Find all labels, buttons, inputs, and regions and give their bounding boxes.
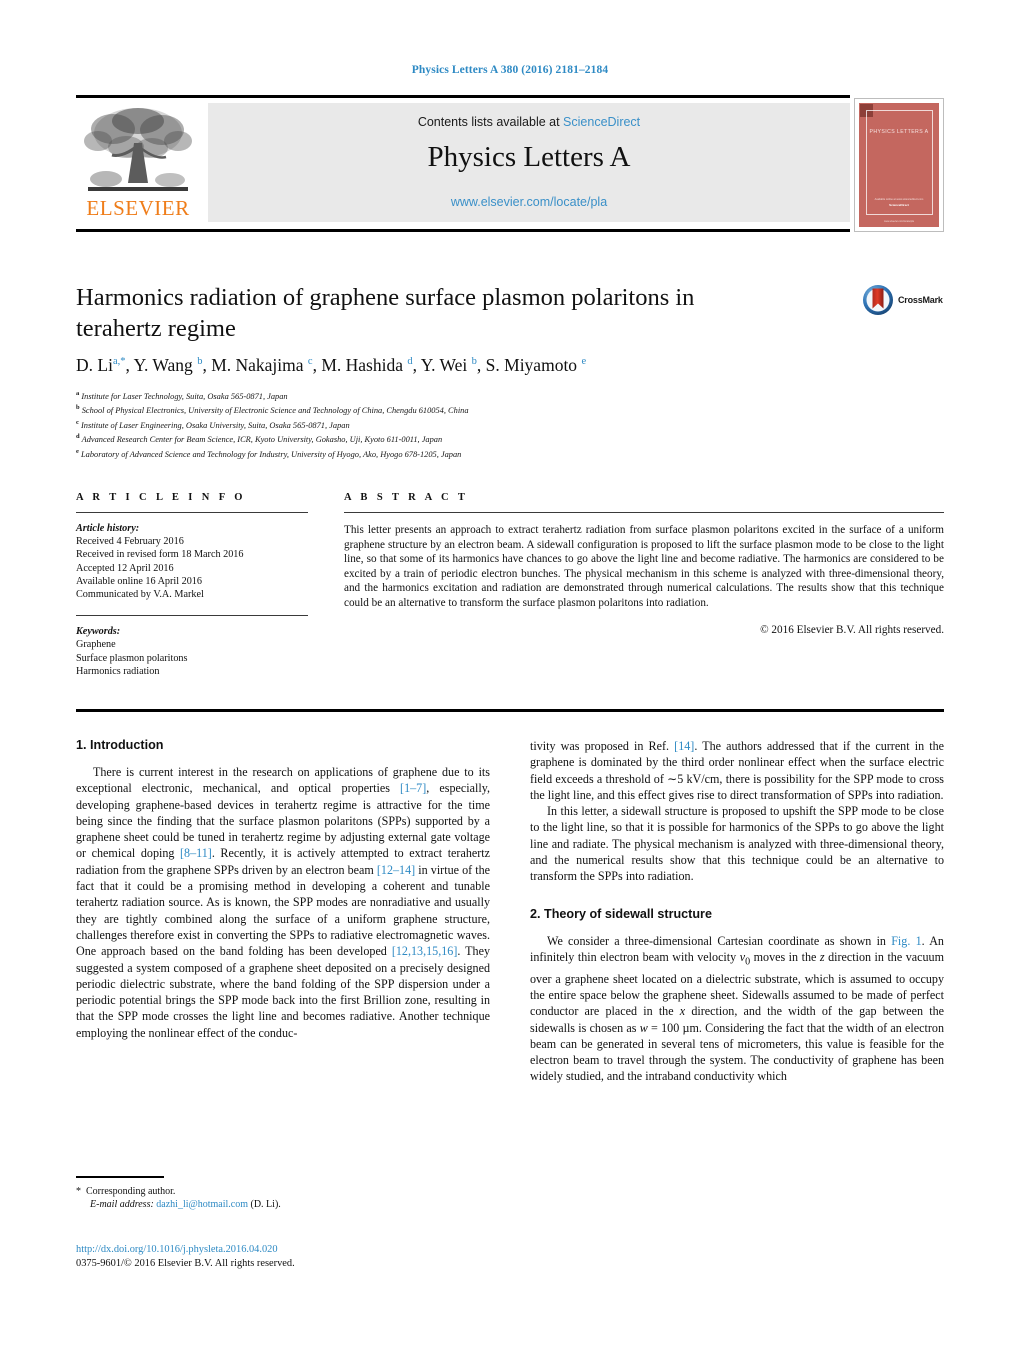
abstract-column: A B S T R A C T This letter presents an … xyxy=(344,492,944,636)
elsevier-wordmark: ELSEVIER xyxy=(86,196,190,220)
author-list: D. Lia,*, Y. Wang b, M. Nakajima c, M. H… xyxy=(76,355,587,375)
email-line: E-mail address: dazhi_li@hotmail.com (D.… xyxy=(76,1198,490,1211)
keyword-item: Harmonics radiation xyxy=(76,665,160,677)
keyword-item: Graphene xyxy=(76,639,116,651)
article-info-rule xyxy=(76,512,308,513)
contents-available-line: Contents lists available at ScienceDirec… xyxy=(208,115,850,129)
footnote-rule xyxy=(76,1176,164,1178)
article-info-column: A R T I C L E I N F O Article history: R… xyxy=(76,492,308,678)
doi-link[interactable]: http://dx.doi.org/10.1016/j.physleta.201… xyxy=(76,1244,278,1255)
cover-journal-name: PHYSICS LETTERS A xyxy=(869,129,929,135)
cover-footer-line-3: www.elsevier.com/locate/pla xyxy=(884,220,914,223)
paper-page: Physics Letters A 380 (2016) 2181–2184 E… xyxy=(0,0,1020,1351)
affiliation-marker: a xyxy=(76,390,80,397)
body-column-left: 1. Introduction There is current interes… xyxy=(76,738,490,1041)
article-info-heading: A R T I C L E I N F O xyxy=(76,492,246,503)
page-title: Harmonics radiation of graphene surface … xyxy=(76,284,695,342)
corresponding-text: Corresponding author. xyxy=(86,1185,176,1197)
affiliation-text: Advanced Research Center for Beam Scienc… xyxy=(81,434,443,444)
abstract-heading: A B S T R A C T xyxy=(344,492,469,503)
running-head: Physics Letters A 380 (2016) 2181–2184 xyxy=(411,64,609,76)
journal-url-link[interactable]: www.elsevier.com/locate/pla xyxy=(208,195,850,209)
affiliation-marker: d xyxy=(76,433,80,441)
affiliation-item: b School of Physical Electronics, Univer… xyxy=(76,402,876,416)
journal-cover-thumbnail: PHYSICS LETTERS A Available online at ww… xyxy=(854,98,944,232)
affiliation-text: Institute of Laser Engineering, Osaka Un… xyxy=(80,420,350,430)
email-label: E-mail address: xyxy=(90,1199,154,1210)
abstract-rule xyxy=(344,512,944,513)
intro-paragraph: There is current interest in the researc… xyxy=(76,765,491,1040)
contents-prefix: Contents lists available at xyxy=(417,115,564,129)
cover-footer-line-2: ScienceDirect xyxy=(889,203,909,207)
history-item: Available online 16 April 2016 xyxy=(76,575,202,587)
cover-artwork: PHYSICS LETTERS A Available online at ww… xyxy=(859,103,939,227)
affiliation-list: a Institute for Laser Technology, Suita,… xyxy=(76,388,876,460)
affiliation-marker: e xyxy=(76,447,79,455)
journal-masthead: ELSEVIER Contents lists available at Sci… xyxy=(76,95,944,232)
article-history-label: Article history: xyxy=(76,523,140,534)
affiliation-marker: c xyxy=(76,418,79,426)
history-item: Received 4 February 2016 xyxy=(76,536,184,548)
affiliation-text: Laboratory of Advanced Science and Techn… xyxy=(80,449,462,459)
crossmark-label: CrossMark xyxy=(898,295,943,305)
body-column-right: tivity was proposed in Ref. [14]. The au… xyxy=(530,738,944,1085)
crossmark-icon xyxy=(863,285,893,315)
cover-footer-line-1: Available online at www.sciencedirect.co… xyxy=(874,198,924,201)
affiliation-marker: b xyxy=(76,404,80,412)
masthead-top-rule xyxy=(76,95,850,98)
affiliation-text: Institute for Laser Technology, Suita, O… xyxy=(81,391,288,401)
keywords-block: Keywords: Graphene Surface plasmon polar… xyxy=(76,625,308,678)
right-paragraph-letter: In this letter, a sidewall structure is … xyxy=(530,804,944,884)
affiliation-item: e Laboratory of Advanced Science and Tec… xyxy=(76,446,876,460)
affiliation-item: c Institute of Laser Engineering, Osaka … xyxy=(76,417,876,431)
keywords-label: Keywords: xyxy=(76,626,121,638)
history-item: Received in revised form 18 March 2016 xyxy=(76,549,244,561)
sciencedirect-link[interactable]: ScienceDirect xyxy=(563,115,640,129)
keywords-rule xyxy=(76,615,308,617)
elsevier-tree-icon xyxy=(84,108,192,191)
journal-title: Physics Letters A xyxy=(427,141,631,173)
right-paragraph-continuation: tivity was proposed in Ref. [14]. The au… xyxy=(530,739,945,802)
doi-block: http://dx.doi.org/10.1016/j.physleta.201… xyxy=(76,1243,506,1271)
elsevier-logo: ELSEVIER xyxy=(78,103,198,223)
affiliation-item: d Advanced Research Center for Beam Scie… xyxy=(76,431,876,445)
email-link[interactable]: dazhi_li@hotmail.com xyxy=(156,1199,248,1210)
affiliation-item: a Institute for Laser Technology, Suita,… xyxy=(76,388,876,402)
section-heading-theory: 2. Theory of sidewall structure xyxy=(530,906,712,921)
footnote-block: * Corresponding author. E-mail address: … xyxy=(76,1176,490,1211)
history-item: Communicated by V.A. Markel xyxy=(76,589,204,601)
crossmark-badge[interactable]: CrossMark xyxy=(862,284,958,318)
abstract-copyright: © 2016 Elsevier B.V. All rights reserved… xyxy=(760,623,944,636)
theory-paragraph: We consider a three-dimensional Cartesia… xyxy=(530,933,944,1084)
abstract-text: This letter presents an approach to extr… xyxy=(344,524,944,609)
masthead-grey-panel: Contents lists available at ScienceDirec… xyxy=(208,103,850,222)
article-history-block: Article history: Received 4 February 201… xyxy=(76,522,308,601)
abstract-bottom-rule xyxy=(76,709,944,712)
affiliation-text: School of Physical Electronics, Universi… xyxy=(81,406,469,416)
corresponding-marker: * xyxy=(76,1185,81,1197)
issn-copyright-line: 0375-9601/© 2016 Elsevier B.V. All right… xyxy=(76,1258,295,1269)
keyword-item: Surface plasmon polaritons xyxy=(76,652,188,664)
corresponding-author-line: * Corresponding author. xyxy=(76,1185,490,1198)
masthead-bottom-rule xyxy=(76,229,850,232)
email-owner: (D. Li). xyxy=(250,1199,281,1210)
section-heading-introduction: 1. Introduction xyxy=(76,738,164,752)
history-item: Accepted 12 April 2016 xyxy=(76,562,174,574)
